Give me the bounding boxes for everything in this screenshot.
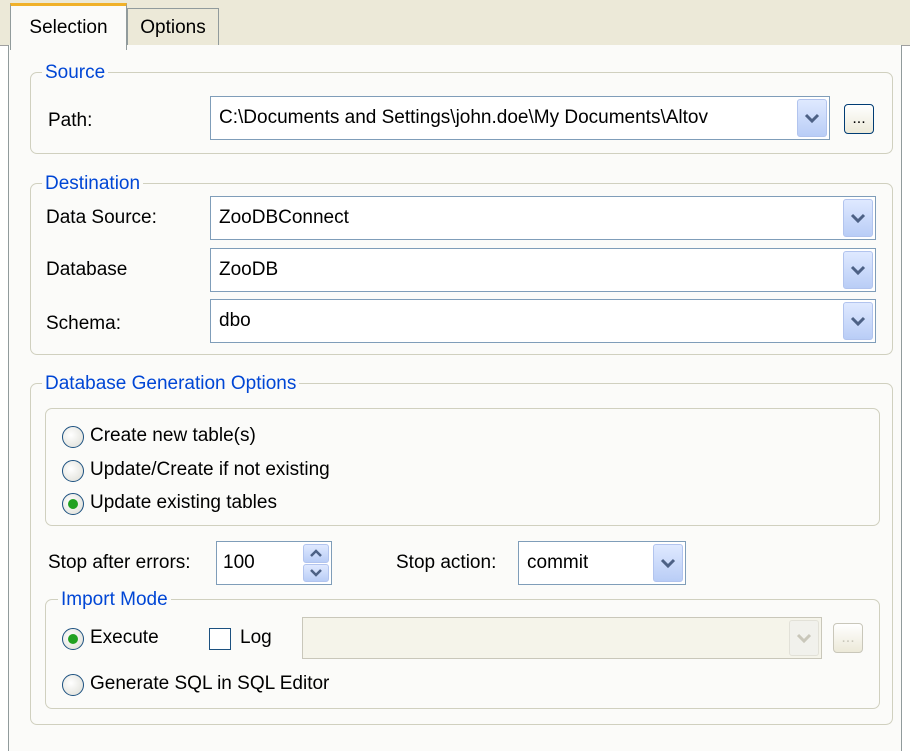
chevron-down-icon[interactable] bbox=[789, 620, 819, 656]
browse-path-button[interactable]: ... bbox=[844, 104, 874, 134]
source-legend: Source bbox=[42, 62, 109, 84]
destination-legend: Destination bbox=[42, 173, 144, 195]
stop-action-combo[interactable]: commit bbox=[518, 541, 686, 585]
update-existing-label[interactable]: Update existing tables bbox=[90, 491, 277, 515]
schema-combo[interactable]: dbo bbox=[210, 299, 876, 343]
log-browse-button[interactable]: ... bbox=[833, 623, 863, 653]
stepper-arrows[interactable] bbox=[303, 544, 329, 582]
update-existing-radio[interactable] bbox=[62, 493, 84, 515]
log-browse-label: ... bbox=[841, 629, 855, 646]
tab-selection[interactable]: Selection bbox=[10, 3, 127, 50]
import-mode-legend: Import Mode bbox=[58, 589, 171, 611]
chevron-down-icon[interactable] bbox=[303, 563, 329, 582]
execute-label[interactable]: Execute bbox=[90, 626, 159, 650]
datasource-label: Data Source: bbox=[46, 207, 157, 228]
path-value: C:\Documents and Settings\john.doe\My Do… bbox=[219, 107, 708, 128]
create-new-tables-label[interactable]: Create new table(s) bbox=[90, 424, 256, 448]
datasource-value: ZooDBConnect bbox=[219, 207, 349, 228]
browse-path-label: ... bbox=[852, 110, 866, 127]
tab-options-label: Options bbox=[140, 17, 206, 38]
log-path-combo[interactable] bbox=[302, 617, 822, 659]
update-create-label[interactable]: Update/Create if not existing bbox=[90, 458, 330, 482]
stop-errors-value: 100 bbox=[223, 552, 255, 573]
schema-value: dbo bbox=[219, 310, 251, 331]
create-new-tables-radio[interactable] bbox=[62, 426, 84, 448]
chevron-down-icon[interactable] bbox=[797, 99, 827, 137]
chevron-down-icon[interactable] bbox=[843, 302, 873, 340]
path-label: Path: bbox=[48, 110, 93, 131]
chevron-down-icon[interactable] bbox=[843, 199, 873, 237]
generation-legend: Database Generation Options bbox=[42, 373, 300, 395]
stop-action-label: Stop action: bbox=[396, 552, 497, 573]
generate-sql-radio[interactable] bbox=[62, 674, 84, 696]
stop-errors-stepper[interactable]: 100 bbox=[216, 541, 332, 585]
generate-sql-label[interactable]: Generate SQL in SQL Editor bbox=[90, 672, 329, 696]
database-value: ZooDB bbox=[219, 259, 279, 280]
update-create-radio[interactable] bbox=[62, 460, 84, 482]
execute-radio[interactable] bbox=[62, 628, 84, 650]
tab-options[interactable]: Options bbox=[127, 8, 219, 47]
schema-label: Schema: bbox=[46, 313, 121, 334]
tab-selection-label: Selection bbox=[29, 17, 108, 38]
chevron-down-icon[interactable] bbox=[843, 251, 873, 289]
chevron-up-icon[interactable] bbox=[303, 544, 329, 563]
path-combo[interactable]: C:\Documents and Settings\john.doe\My Do… bbox=[210, 96, 830, 140]
stop-errors-label: Stop after errors: bbox=[48, 552, 191, 573]
datasource-combo[interactable]: ZooDBConnect bbox=[210, 196, 876, 240]
log-label[interactable]: Log bbox=[240, 626, 272, 650]
stop-action-value: commit bbox=[527, 552, 589, 573]
log-checkbox[interactable] bbox=[209, 628, 231, 650]
chevron-down-icon[interactable] bbox=[653, 544, 683, 582]
database-combo[interactable]: ZooDB bbox=[210, 248, 876, 292]
database-label: Database bbox=[46, 259, 128, 280]
